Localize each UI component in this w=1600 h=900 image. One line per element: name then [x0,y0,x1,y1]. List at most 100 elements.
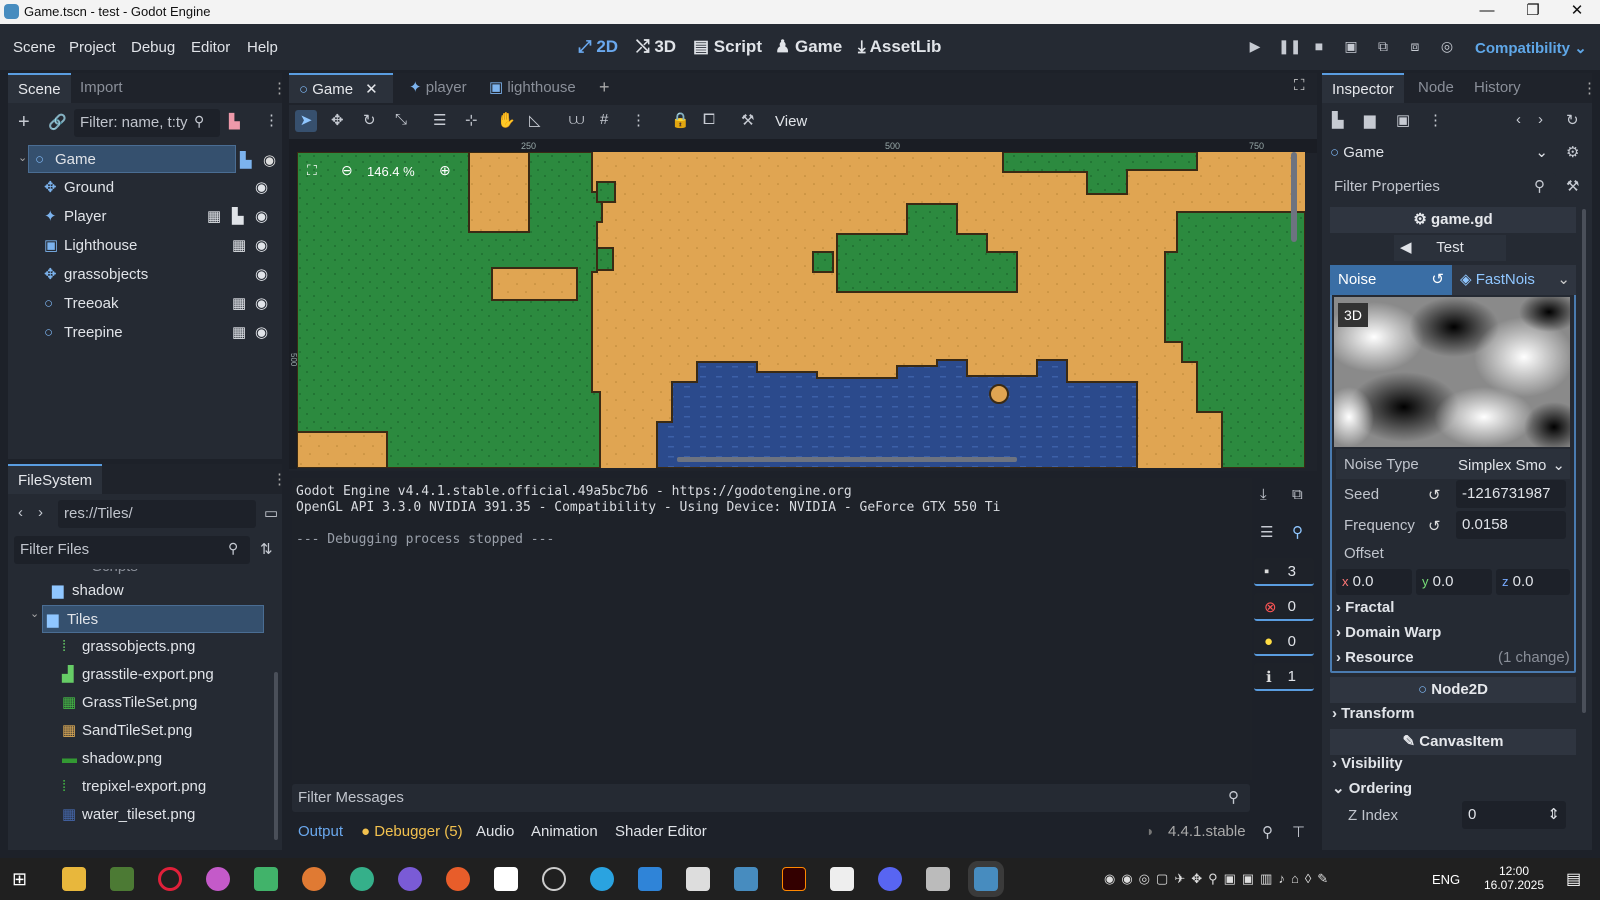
noise-resource-picker[interactable]: ◈ FastNois ⌄ [1452,265,1576,295]
sort-icon[interactable]: ⇅ [260,540,273,558]
smart-snap-icon[interactable]: ⩊ [569,111,584,128]
tree-node-player[interactable]: ✦ Player ▦ ▙ ◉ [8,203,278,231]
zoom-in-icon[interactable]: ⊕ [439,162,451,179]
domain-warp-section[interactable]: › Domain Warp [1336,624,1441,641]
file-filter-input[interactable]: Filter Files [14,536,250,564]
filter-messages-toggle[interactable]: ▪ 3 [1254,558,1314,586]
app-icon[interactable] [206,867,230,891]
new-resource-icon[interactable]: ▙ [1332,111,1344,129]
file-tree-scrollbar[interactable] [274,672,278,840]
inspector-scrollbar[interactable] [1582,209,1586,713]
tree-node-lighthouse[interactable]: ▣ Lighthouse ▦ ◉ [8,232,278,260]
offset-y-input[interactable]: y 0.0 [1416,569,1492,595]
resource-menu-icon[interactable]: ⋮ [1428,111,1443,129]
visibility-eye-icon[interactable]: ◉ [255,290,268,318]
preview-3d-toggle[interactable]: 3D [1338,303,1368,327]
renderer-select[interactable]: Compatibility ⌄ [1475,39,1587,57]
remote-debug-icon[interactable]: ▣ [1342,38,1360,56]
workspace-3d[interactable]: ⤭ 3D [636,37,676,57]
expand-panel-icon[interactable]: ⊤ [1292,823,1305,841]
app-icon[interactable] [446,867,470,891]
minimize-button[interactable]: — [1464,0,1510,24]
zoom-out-icon[interactable]: ⊖ [341,162,353,179]
instance-icon[interactable]: ▦ [207,203,221,231]
pan-icon[interactable]: ✋ [497,111,516,129]
instance-icon[interactable]: ▦ [232,232,246,260]
scale-mode-icon[interactable]: ⤡ [395,111,407,128]
version-label[interactable]: 4.4.1.stable [1168,823,1246,840]
language-indicator[interactable]: ENG [1432,872,1460,887]
distraction-free-icon[interactable]: ⛶ [1294,77,1305,94]
file-item[interactable]: ▬ shadow.png [34,745,276,773]
file-item[interactable]: ▦ water_tileset.png [34,801,276,829]
zoom-level[interactable]: 146.4 % [367,164,415,179]
collapse-chevron-icon[interactable]: ⌄ [18,151,27,164]
tab-filesystem[interactable]: FileSystem [8,464,103,494]
dock-menu-icon[interactable]: ⋮ [272,79,287,97]
tab-audio[interactable]: Audio [476,823,514,840]
instance-icon[interactable]: ▦ [232,319,246,347]
zindex-spinbox[interactable]: 0 ⇕ [1462,801,1566,829]
object-history-icon[interactable]: ↻ [1566,111,1579,129]
back-icon[interactable]: ‹ [18,504,23,521]
workspace-assetlib[interactable]: ⤓ AssetLib [858,37,941,57]
app-icon[interactable] [926,867,950,891]
vscode-icon[interactable] [638,867,662,891]
fractal-section[interactable]: › Fractal [1336,599,1394,616]
tab-shader-editor[interactable]: Shader Editor [615,823,707,840]
visibility-eye-icon[interactable]: ◉ [263,151,276,169]
group-icon[interactable]: ⧠ [703,111,715,128]
illustrator-icon[interactable] [782,867,806,891]
revert-icon[interactable]: ↺ [1428,517,1441,535]
file-item[interactable]: ⁞ trepixel-export.png [34,773,276,801]
visibility-eye-icon[interactable]: ◉ [255,261,268,289]
tab-history[interactable]: History [1464,73,1531,103]
tab-node[interactable]: Node [1408,73,1464,103]
app-icon[interactable] [302,867,326,891]
history-forward-icon[interactable]: › [1538,111,1543,128]
filter-errors-toggle[interactable]: ⊗ 0 [1254,593,1314,621]
copy-log-icon[interactable]: ⧉ [1292,486,1303,503]
menu-editor[interactable]: Editor [191,39,230,56]
filter-info-toggle[interactable]: ℹ1 [1254,663,1314,691]
list-select-icon[interactable]: ☰ [433,111,446,129]
notifications-icon[interactable]: ▤ [1566,869,1581,889]
file-item[interactable]: ▟ grasstile-export.png [34,661,276,689]
dock-menu-icon[interactable]: ⋮ [1582,79,1597,97]
attach-script-icon[interactable]: ▙ [229,113,240,130]
search-log-icon[interactable]: ⚲ [1292,523,1303,541]
collapse-chevron-icon[interactable]: ⌄ [30,607,39,620]
object-selector[interactable]: ○ Game ⌄ [1330,139,1554,167]
movie-maker-icon[interactable]: ◎ [1438,38,1456,56]
steam-icon[interactable] [542,867,566,891]
close-tab-icon[interactable]: ✕ [365,81,378,98]
godot-running-icon[interactable] [974,867,998,891]
frequency-slider[interactable]: 0.0158 [1456,511,1566,539]
property-options-icon[interactable]: ⚒ [1566,177,1579,195]
filter-properties-input[interactable]: Filter Properties [1328,173,1556,201]
tab-scene[interactable]: Scene [8,73,71,103]
move-mode-icon[interactable]: ✥ [331,111,344,129]
menu-scene[interactable]: Scene [13,39,56,56]
bone-icon[interactable]: ⚒ [741,111,754,129]
split-view-icon[interactable]: ▭ [264,504,278,522]
canvas-viewport[interactable]: ⛶ ⊖ 146.4 % ⊕ [297,152,1305,468]
pin-icon[interactable]: ⚲ [1262,823,1273,841]
filter-warnings-toggle[interactable]: ● 0 [1254,628,1314,656]
clear-log-icon[interactable]: ⤓ [1260,486,1267,503]
visibility-section[interactable]: › Visibility [1332,755,1403,772]
opera-icon[interactable] [158,867,182,891]
view-menu[interactable]: View [775,113,807,130]
workspace-game[interactable]: ♟ Game [775,37,842,57]
select-mode-icon[interactable]: ➤ [295,110,317,132]
maximize-button[interactable]: ❐ [1510,0,1556,24]
capcut-icon[interactable] [494,867,518,891]
rotate-mode-icon[interactable]: ↻ [363,111,376,129]
tab-inspector[interactable]: Inspector [1322,73,1404,103]
play-icon[interactable]: ▶ [1246,38,1264,56]
unity-icon[interactable] [686,867,710,891]
folder-shadow[interactable]: ▆ shadow [34,577,276,605]
close-window-button[interactable]: ✕ [1554,0,1600,24]
menu-debug[interactable]: Debug [131,39,175,56]
qt-icon[interactable] [254,867,278,891]
